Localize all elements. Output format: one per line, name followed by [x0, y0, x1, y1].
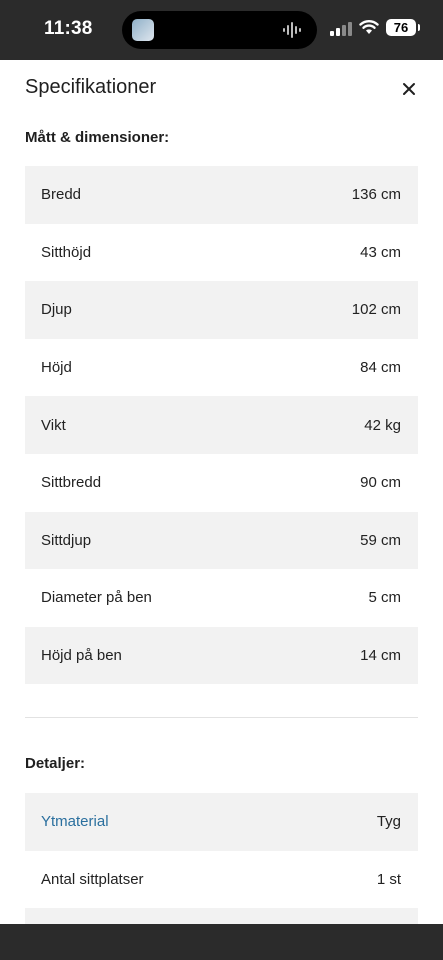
spec-value: 136 cm	[351, 186, 401, 204]
close-icon[interactable]	[398, 78, 420, 100]
spec-row: Höjd 84 cm	[25, 339, 418, 397]
sheet-title: Specifikationer	[25, 76, 157, 98]
bottom-bar	[0, 924, 443, 960]
spec-row: Ytmaterial Tyg	[25, 793, 418, 851]
spec-value: 42 kg	[364, 416, 401, 434]
spec-value: 1 st	[376, 870, 401, 888]
spec-label: Diameter på ben	[41, 589, 152, 607]
spec-value: Tyg	[376, 813, 401, 831]
signal-icon	[330, 22, 352, 36]
dimensions-list: Bredd 136 cm Sitthöjd 43 cm Djup 102 cm …	[25, 166, 418, 685]
spec-row-partial	[25, 908, 418, 924]
spec-row: Höjd på ben 14 cm	[25, 626, 418, 685]
spec-value: 90 cm	[360, 474, 401, 492]
details-list: Ytmaterial Tyg Antal sittplatser 1 st	[25, 793, 418, 924]
spec-row: Sittbredd 90 cm	[25, 454, 418, 512]
status-time: 11:38	[44, 18, 93, 39]
spec-label: Sitthöjd	[41, 243, 92, 261]
spec-row: Vikt 42 kg	[25, 396, 418, 454]
spec-label: Höjd på ben	[41, 647, 122, 665]
spec-row: Sitthöjd 43 cm	[25, 224, 418, 282]
audio-wave-icon	[283, 22, 301, 38]
specifications-sheet: Specifikationer Mått & dimensioner: Bred…	[0, 60, 443, 924]
spec-row: Antal sittplatser 1 st	[25, 851, 418, 909]
spec-value: 5 cm	[368, 589, 401, 607]
spec-value: 43 cm	[360, 243, 401, 261]
spec-label: Vikt	[41, 416, 66, 434]
spec-value: 14 cm	[360, 647, 401, 665]
section-divider	[25, 717, 418, 718]
dimensions-heading: Mått & dimensioner:	[25, 129, 170, 146]
spec-label: Sittbredd	[41, 474, 102, 492]
spec-label: Höjd	[41, 359, 72, 377]
dynamic-island[interactable]	[122, 11, 317, 49]
spec-row: Djup 102 cm	[25, 281, 418, 339]
battery-icon: 76	[386, 19, 420, 36]
spec-label: Bredd	[41, 186, 82, 204]
spec-row: Bredd 136 cm	[25, 166, 418, 224]
details-heading: Detaljer:	[25, 755, 86, 772]
wifi-icon	[359, 20, 379, 34]
spec-row: Diameter på ben 5 cm	[25, 569, 418, 627]
spec-label: Sittdjup	[41, 531, 92, 549]
material-link[interactable]: Ytmaterial	[41, 813, 109, 830]
spec-value: 59 cm	[360, 531, 401, 549]
now-playing-thumbnail	[132, 19, 154, 41]
status-bar: 11:38 76	[0, 0, 443, 60]
spec-value: 84 cm	[360, 359, 401, 377]
spec-label: Antal sittplatser	[41, 870, 144, 888]
spec-value: 102 cm	[351, 301, 401, 319]
spec-row: Sittdjup 59 cm	[25, 511, 418, 570]
spec-label: Djup	[41, 301, 72, 319]
